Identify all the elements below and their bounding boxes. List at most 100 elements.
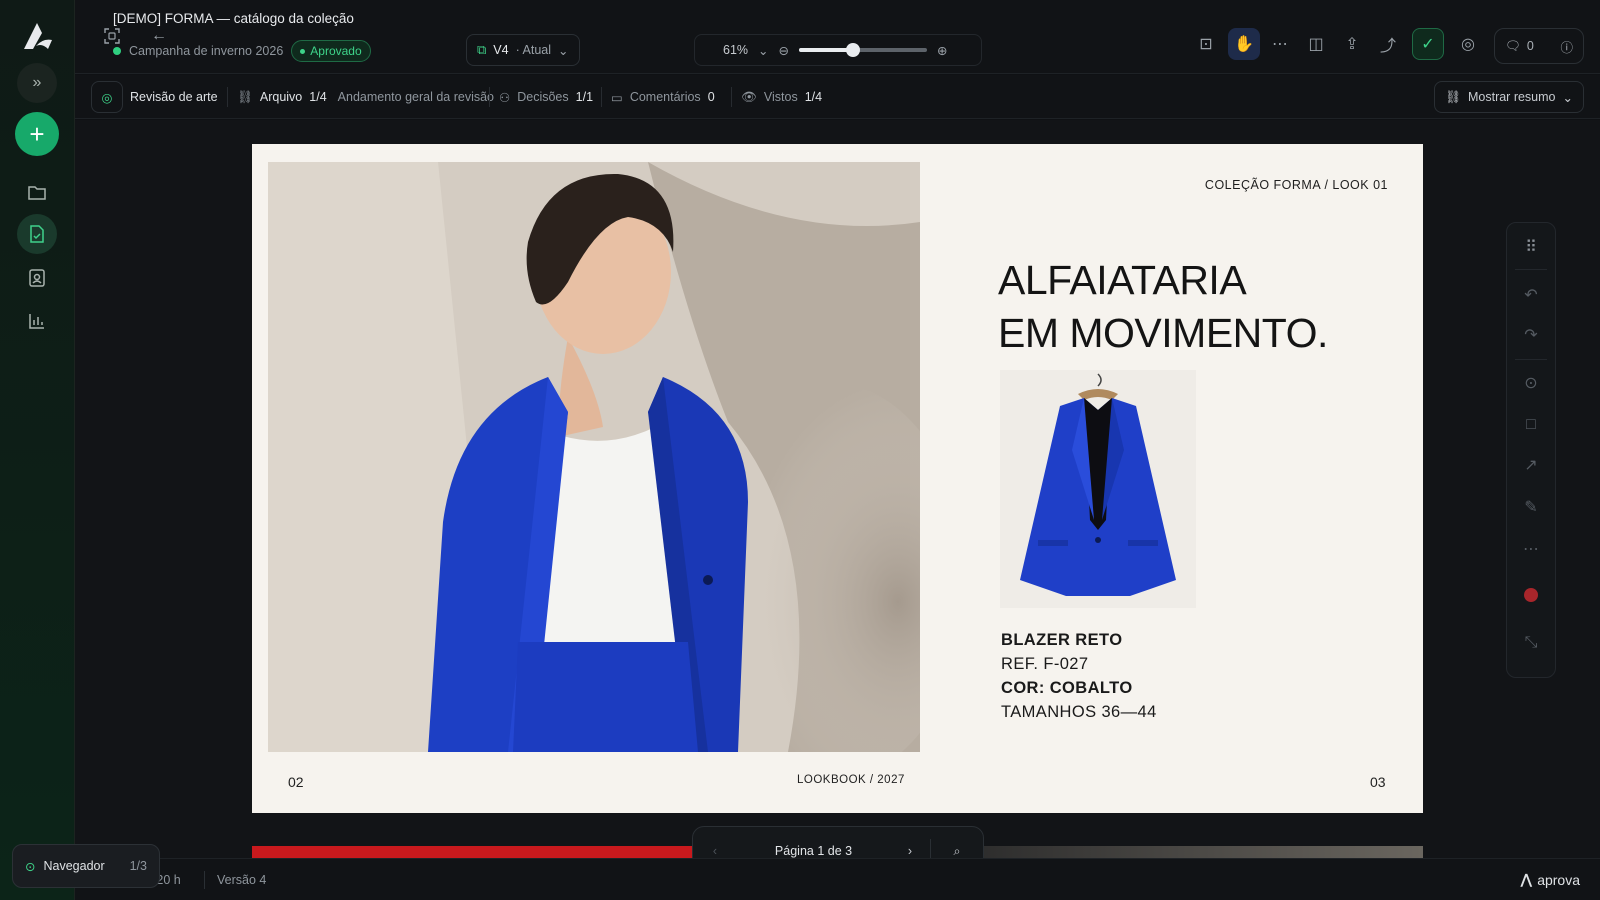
zoom-percent: 61% bbox=[723, 43, 749, 57]
expand-sidebar-button[interactable]: » bbox=[17, 63, 57, 103]
model-illustration bbox=[268, 162, 920, 752]
previous-page-button[interactable]: ‹ bbox=[693, 844, 737, 858]
pin-icon[interactable]: ⊙ bbox=[1507, 367, 1555, 399]
zoom-in-icon[interactable]: ⊕ bbox=[937, 43, 947, 58]
status-badge: Aprovado bbox=[291, 40, 371, 62]
rectangle-tool-icon[interactable]: □ bbox=[1507, 409, 1555, 441]
version-selector[interactable]: ⧉ V4 · Atual ⌄ bbox=[466, 34, 580, 66]
left-rail: » + bbox=[0, 0, 75, 900]
more-tools-icon[interactable]: ⋯ bbox=[1507, 533, 1555, 565]
navigator-button[interactable]: ⊙ Navegador 1/3 bbox=[12, 844, 160, 888]
bottom-bar: á 20 h Versão 4 ⋀ aprova bbox=[75, 858, 1600, 900]
file-counter[interactable]: ⛓ Arquivo 1/4 Andamento geral da revisão bbox=[237, 75, 494, 119]
folder-icon bbox=[28, 186, 46, 200]
upload-button[interactable]: ⇪ bbox=[1336, 28, 1368, 60]
brand-logo: ⋀ aprova bbox=[1520, 871, 1580, 888]
check-circle-icon: ✓ bbox=[1421, 36, 1435, 53]
redo-icon[interactable]: ↷ bbox=[1507, 319, 1555, 351]
screenshot-button[interactable]: ⊡ bbox=[1190, 28, 1222, 60]
decisions-label: Decisões bbox=[517, 90, 569, 104]
pencil-tool-icon[interactable]: ✎ bbox=[1507, 491, 1555, 523]
status-badge-label: Aprovado bbox=[310, 44, 362, 58]
contact-card-icon bbox=[29, 269, 45, 287]
info-icon[interactable]: ⓘ bbox=[1560, 37, 1573, 56]
files-nav-button[interactable] bbox=[17, 214, 57, 254]
versions-icon: ⧉ bbox=[477, 42, 487, 57]
chevrons-right-icon: » bbox=[32, 74, 42, 91]
chevron-down-icon: ⌄ bbox=[1562, 90, 1573, 105]
comment-icon: 🗨 bbox=[1505, 38, 1521, 53]
review-summary-bar: ◎ Revisão de arte ⛓ Arquivo 1/4 Andament… bbox=[75, 75, 1600, 119]
pan-tool-button[interactable]: ✋ bbox=[1228, 28, 1260, 60]
projects-nav-button[interactable] bbox=[17, 172, 57, 212]
navigator-icon: ⊙ bbox=[25, 859, 36, 874]
search-icon[interactable]: ⌕ bbox=[931, 844, 983, 859]
comments-counter[interactable]: ▭ Comentários 0 bbox=[611, 75, 715, 119]
product-image bbox=[1000, 370, 1196, 608]
hand-icon: ✋ bbox=[1234, 36, 1254, 53]
review-canvas[interactable]: COLEÇÃO FORMA / LOOK 01 ALFAIATARIA EM M… bbox=[75, 120, 1600, 858]
collapse-icon[interactable]: ⤡ bbox=[1507, 627, 1555, 659]
capture-icon: ⊡ bbox=[1199, 36, 1213, 53]
share-button[interactable]: ⤴ bbox=[1372, 28, 1404, 60]
decisions-counter[interactable]: ⚇ Decisões 1/1 bbox=[499, 75, 593, 119]
user-check-icon: ⚇ bbox=[499, 90, 511, 105]
document-page[interactable]: COLEÇÃO FORMA / LOOK 01 ALFAIATARIA EM M… bbox=[252, 144, 1423, 813]
divider bbox=[601, 87, 602, 107]
divider bbox=[204, 871, 205, 889]
views-counter[interactable]: 👁 Vistos 1/4 bbox=[741, 75, 822, 119]
zoom-control: 61% ⌄ ⊖ ⊕ bbox=[694, 34, 982, 66]
more-options-button[interactable]: ⋯ bbox=[1264, 28, 1296, 60]
bar-chart-icon bbox=[29, 314, 44, 329]
blazer-illustration bbox=[1020, 373, 1176, 596]
next-page-button[interactable]: › bbox=[890, 844, 930, 858]
undo-icon[interactable]: ↶ bbox=[1507, 279, 1555, 311]
comment-count: 0 bbox=[1526, 39, 1534, 53]
product-name: BLAZER RETO bbox=[1001, 631, 1123, 649]
zoom-dropdown-chevron-icon[interactable]: ⌄ bbox=[758, 43, 768, 58]
link-icon: ⛓ bbox=[237, 89, 253, 104]
file-check-icon bbox=[30, 225, 44, 243]
comments-value: 0 bbox=[707, 90, 715, 104]
divider bbox=[227, 87, 228, 107]
navigator-count: 1/3 bbox=[129, 859, 147, 873]
split-view-icon: ◫ bbox=[1308, 36, 1324, 53]
file-value: 1/4 bbox=[309, 90, 327, 104]
brand-mark-icon: ⋀ bbox=[1520, 871, 1533, 887]
upload-icon: ⇪ bbox=[1345, 36, 1359, 53]
divider bbox=[489, 87, 490, 107]
review-label: Revisão de arte bbox=[130, 90, 218, 104]
comments-button[interactable]: 🗨 0 ⓘ bbox=[1494, 28, 1584, 64]
zoom-out-icon[interactable]: ⊖ bbox=[779, 43, 789, 58]
chevron-down-icon: ⌄ bbox=[558, 43, 569, 58]
color-picker-button[interactable] bbox=[1507, 579, 1555, 611]
page-indicator: Página 1 de 3 bbox=[774, 844, 853, 858]
ellipsis-icon: ⋯ bbox=[1272, 36, 1288, 53]
document-title: [DEMO] FORMA — catálogo da coleção bbox=[113, 11, 354, 26]
zoom-slider[interactable] bbox=[799, 43, 927, 57]
views-value: 1/4 bbox=[804, 90, 823, 104]
review-status[interactable]: ◎ Revisão de arte bbox=[91, 75, 218, 119]
compare-button[interactable]: ◫ bbox=[1300, 28, 1332, 60]
zoom-slider-knob[interactable] bbox=[845, 43, 860, 57]
progress-label: Andamento geral da revisão bbox=[337, 90, 495, 104]
show-summary-button[interactable]: ⛓ Mostrar resumo ⌄ bbox=[1434, 81, 1584, 113]
campaign-link[interactable]: Campanha de inverno 2026 bbox=[129, 44, 283, 58]
approve-button[interactable]: ✓ bbox=[1412, 28, 1444, 60]
headline-line-2: EM MOVIMENTO. bbox=[998, 310, 1328, 356]
reports-nav-button[interactable] bbox=[17, 301, 57, 341]
drag-handle-icon[interactable]: ⠿ bbox=[1507, 231, 1555, 263]
product-specs: BLAZER RETO REF. F-027 COR: COBALTO TAMA… bbox=[1001, 628, 1157, 724]
app-logo-icon[interactable] bbox=[20, 18, 56, 54]
zoom-slider-fill bbox=[799, 48, 853, 52]
comment-icon: ▭ bbox=[611, 90, 623, 105]
version-text: Versão 4 bbox=[217, 873, 267, 887]
contacts-nav-button[interactable] bbox=[17, 258, 57, 298]
brand-name: aprova bbox=[1537, 871, 1580, 888]
folio-left: 02 bbox=[288, 774, 304, 790]
arrow-tool-icon[interactable]: ↗ bbox=[1507, 449, 1555, 481]
compass-button[interactable]: ◎ bbox=[1452, 28, 1484, 60]
page-headline: ALFAIATARIA EM MOVIMENTO. bbox=[998, 254, 1328, 360]
color-swatch-icon bbox=[1524, 588, 1538, 602]
create-new-button[interactable]: + bbox=[15, 112, 59, 156]
